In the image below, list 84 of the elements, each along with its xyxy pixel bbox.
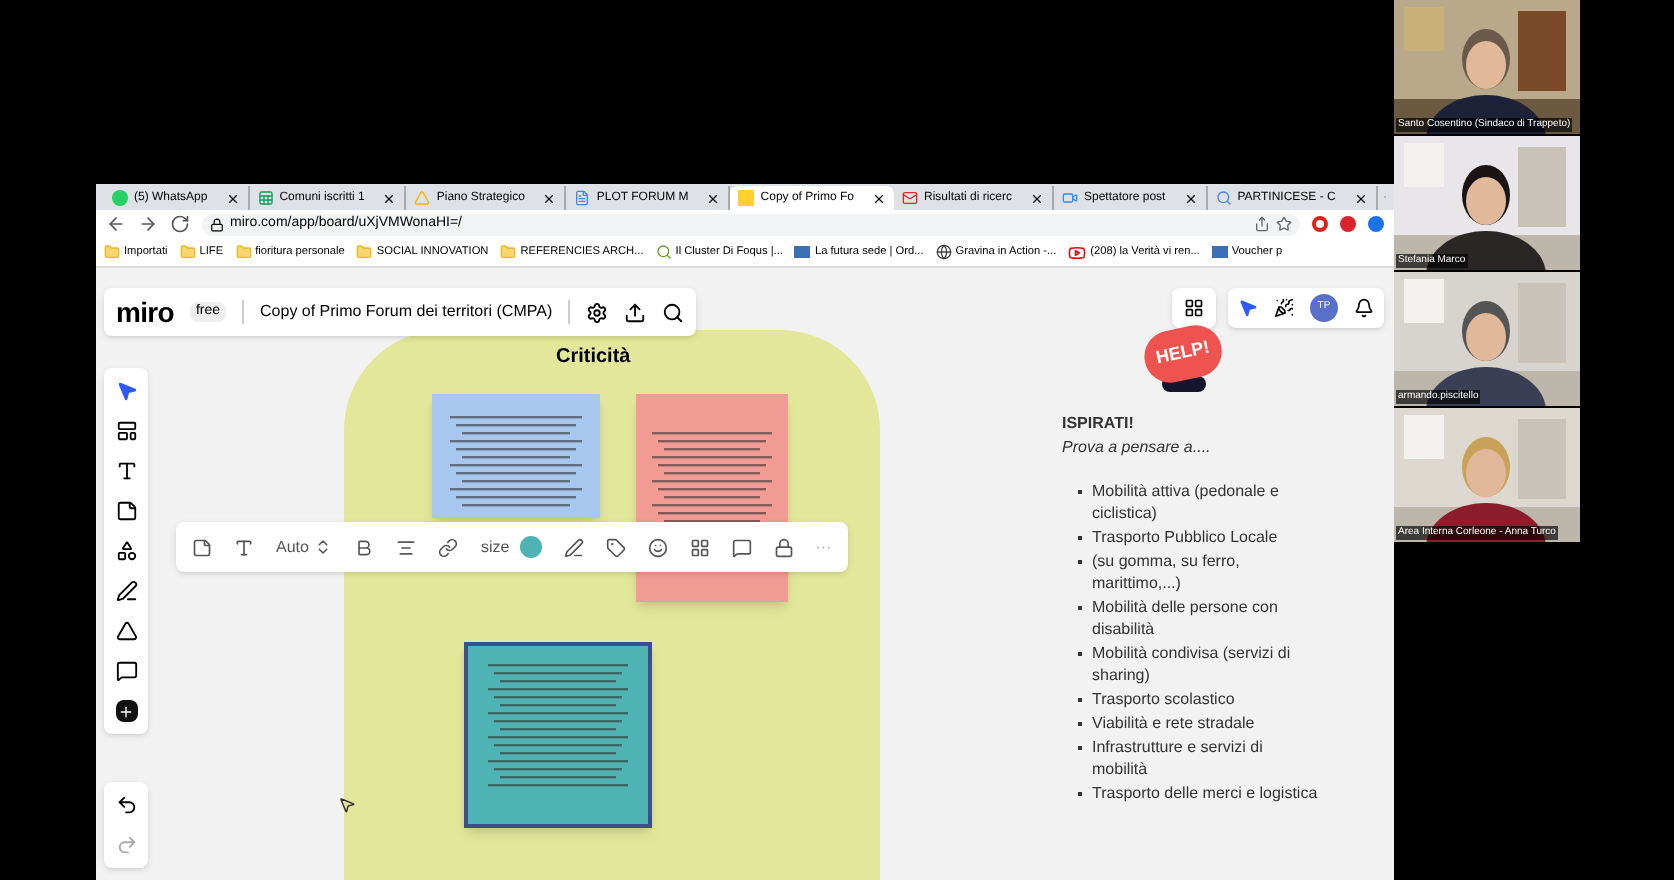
video-play-icon bbox=[1068, 243, 1087, 261]
bell-icon[interactable] bbox=[1354, 298, 1374, 318]
link-icon[interactable] bbox=[438, 537, 459, 557]
align-icon[interactable] bbox=[396, 537, 417, 557]
close-icon[interactable] bbox=[706, 191, 721, 205]
sticky-note[interactable] bbox=[432, 394, 600, 518]
search-icon bbox=[655, 243, 672, 260]
close-icon[interactable] bbox=[542, 191, 557, 205]
folder-icon bbox=[235, 243, 252, 260]
folder-icon bbox=[179, 243, 196, 260]
close-icon[interactable] bbox=[1183, 191, 1198, 205]
pen-icon[interactable] bbox=[115, 580, 137, 602]
help-sticker: HELP! bbox=[1139, 320, 1227, 387]
forward-icon[interactable] bbox=[138, 214, 158, 234]
chat-icon bbox=[112, 190, 128, 206]
text-tool-icon[interactable] bbox=[115, 460, 137, 482]
bullet-item: Trasporto Pubblico Locale bbox=[1078, 526, 1382, 548]
tag-icon[interactable] bbox=[605, 537, 626, 557]
settings-icon[interactable] bbox=[586, 301, 609, 323]
emoji-icon[interactable] bbox=[647, 537, 668, 557]
template-icon[interactable] bbox=[115, 420, 137, 442]
undo-icon[interactable] bbox=[115, 794, 137, 816]
font-size-value[interactable]: Auto bbox=[276, 535, 309, 559]
font-icon[interactable] bbox=[234, 537, 254, 557]
close-icon[interactable] bbox=[1030, 191, 1044, 205]
bullet-item: Mobilità condivisa (servizi di sharing) bbox=[1078, 642, 1382, 686]
folder-icon bbox=[104, 243, 120, 260]
comment-icon[interactable] bbox=[115, 660, 137, 682]
close-icon[interactable] bbox=[1353, 191, 1368, 205]
size-label[interactable]: size bbox=[480, 535, 510, 559]
signature-icon[interactable] bbox=[563, 537, 584, 557]
site-icon bbox=[794, 245, 811, 258]
bullet-item: Mobilità attiva (pedonale e ciclistica) bbox=[1078, 480, 1382, 524]
blurred-text-drawing bbox=[450, 414, 582, 510]
document-icon bbox=[574, 190, 591, 206]
search-icon bbox=[1215, 190, 1232, 206]
bullet-item: Trasporto delle merci e logistica bbox=[1078, 782, 1382, 804]
bullet-item: Infrastrutture e servizi di mobilità bbox=[1078, 736, 1382, 780]
blurred-text-drawing bbox=[488, 662, 628, 790]
stepper-icon[interactable] bbox=[314, 538, 333, 556]
share-icon[interactable] bbox=[1254, 216, 1270, 232]
mail-icon bbox=[901, 190, 918, 206]
folder-icon bbox=[500, 243, 517, 260]
sticky-note-icon[interactable] bbox=[192, 537, 212, 557]
bullet-item: Mobilità delle persone con disabilità bbox=[1078, 596, 1382, 640]
cursor-icon[interactable] bbox=[1238, 298, 1258, 318]
search-icon[interactable] bbox=[662, 301, 685, 323]
spreadsheet-icon bbox=[257, 190, 274, 206]
bullet-item: Viabilità e rete stradale bbox=[1078, 712, 1382, 734]
close-icon[interactable] bbox=[225, 191, 240, 205]
bold-icon[interactable] bbox=[354, 537, 375, 557]
lock-icon[interactable] bbox=[773, 537, 794, 557]
frame-title: Criticità bbox=[556, 344, 631, 372]
site-icon bbox=[1211, 245, 1228, 258]
mouse-cursor-icon bbox=[338, 796, 356, 814]
board-icon bbox=[738, 190, 755, 206]
bullet-item: Trasporto scolastico bbox=[1078, 688, 1382, 710]
shapes-icon[interactable] bbox=[115, 540, 137, 562]
comment-icon[interactable] bbox=[731, 537, 752, 557]
bullet-item: (su gomma, su ferro, marittimo,...) bbox=[1078, 550, 1382, 594]
color-swatch[interactable] bbox=[519, 536, 542, 558]
video-icon bbox=[1062, 190, 1078, 206]
board-card-icon[interactable] bbox=[689, 537, 710, 557]
close-icon[interactable] bbox=[382, 191, 397, 205]
select-icon[interactable] bbox=[115, 380, 137, 402]
apps-icon[interactable] bbox=[1184, 298, 1204, 318]
upload-icon[interactable] bbox=[624, 301, 647, 323]
miro-logo[interactable]: miro bbox=[116, 291, 174, 333]
bookmark-star-icon[interactable] bbox=[1276, 216, 1292, 232]
lock-icon bbox=[210, 217, 224, 231]
apps-button[interactable] bbox=[1172, 288, 1216, 328]
party-icon[interactable] bbox=[1274, 298, 1294, 318]
back-icon[interactable] bbox=[106, 214, 126, 234]
blurred-text-drawing bbox=[652, 430, 772, 526]
triangle-icon bbox=[414, 190, 431, 206]
globe-icon bbox=[935, 243, 952, 260]
sticky-note[interactable] bbox=[464, 642, 652, 828]
folder-icon bbox=[356, 243, 373, 260]
close-icon[interactable] bbox=[871, 191, 886, 205]
panel-heading: ISPIRATI! bbox=[1062, 412, 1136, 436]
board-title[interactable]: Copy of Primo Forum dei territori (CMPA) bbox=[260, 300, 553, 324]
panel-subheading: Prova a pensare a.... bbox=[1062, 436, 1213, 460]
reload-icon[interactable] bbox=[170, 214, 190, 234]
sticky-note-icon[interactable] bbox=[115, 500, 137, 522]
